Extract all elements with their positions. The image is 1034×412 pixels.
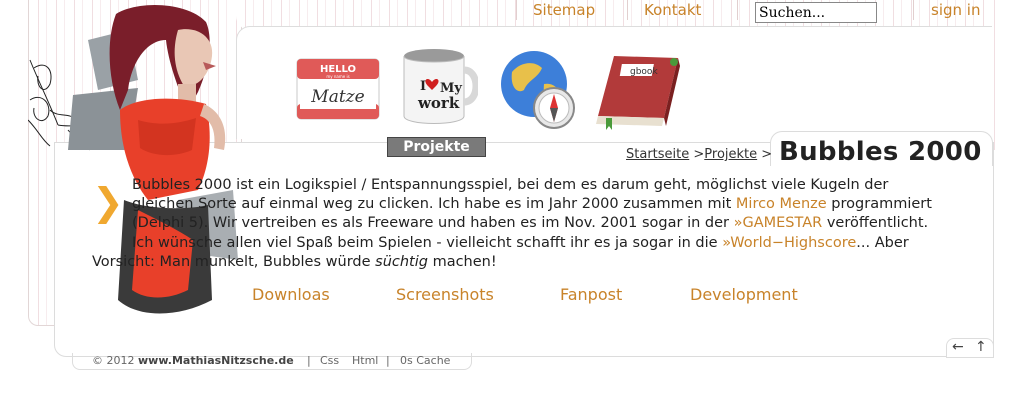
nav-kontakt-link[interactable]: Kontakt bbox=[644, 1, 701, 19]
description-text: Bubbles 2000 ist ein Logikspiel / Entspa… bbox=[132, 177, 889, 193]
description-line: Bubbles 2000 ist ein Logikspiel / Entspa… bbox=[92, 176, 992, 195]
description-text: (Delphi 5). Wir vertreiben es als Freewa… bbox=[132, 215, 734, 232]
page-title: Bubbles 2000 bbox=[779, 137, 982, 167]
description-text: veröffentlicht. bbox=[822, 215, 929, 232]
nav-separator bbox=[737, 0, 738, 20]
nav-separator bbox=[627, 0, 628, 20]
up-arrow-icon[interactable]: ↑ bbox=[975, 339, 987, 355]
projekte-nav-label[interactable]: Projekte bbox=[387, 137, 486, 157]
description-line: Vorsicht: Man munkelt, Bubbles würde süc… bbox=[92, 253, 992, 272]
breadcrumb-home-link[interactable]: Startseite bbox=[626, 147, 689, 162]
breadcrumb-projekte-link[interactable]: Projekte bbox=[704, 147, 757, 162]
i-love-my-work-mug-icon[interactable]: I My work bbox=[398, 46, 478, 130]
mug-text-i: I bbox=[420, 79, 426, 94]
description-line: gleichen Sorte auf einmal weg zu clicken… bbox=[92, 195, 992, 214]
description-emphasis: süchtig bbox=[375, 253, 428, 270]
fanpost-link[interactable]: Fanpost bbox=[560, 285, 622, 304]
gamestar-link[interactable]: »GAMESTAR bbox=[734, 215, 823, 231]
footer-separator: | bbox=[307, 354, 311, 367]
globe-compass-icon[interactable] bbox=[498, 48, 580, 132]
downloads-link[interactable]: Downloas bbox=[252, 285, 330, 304]
nav-signin-link[interactable]: sign in bbox=[931, 1, 980, 19]
breadcrumb-separator: > bbox=[689, 147, 705, 162]
search-input[interactable] bbox=[755, 2, 877, 23]
description-text: gleichen Sorte auf einmal weg zu clicken… bbox=[132, 196, 736, 213]
development-link[interactable]: Development bbox=[690, 285, 798, 304]
nav-sitemap-link[interactable]: Sitemap bbox=[533, 1, 595, 19]
description-line: Ich wünsche allen viel Spaß beim Spielen… bbox=[92, 234, 992, 253]
description-text: ... Aber bbox=[856, 234, 909, 251]
guestbook-icon[interactable]: gbook bbox=[594, 52, 684, 132]
world-highscore-link[interactable]: »World−Highscore bbox=[722, 235, 856, 251]
description-text: Vorsicht: Man munkelt, Bubbles würde bbox=[92, 253, 376, 270]
description-text: machen! bbox=[427, 253, 497, 270]
guestbook-label: gbook bbox=[630, 67, 658, 77]
footer-cache-info: 0s Cache bbox=[400, 354, 451, 367]
back-arrow-icon[interactable]: ← bbox=[952, 339, 964, 355]
description-line: (Delphi 5). Wir vertreiben es als Freewa… bbox=[92, 214, 992, 233]
footer-css-link[interactable]: Css bbox=[320, 354, 339, 367]
nav-separator bbox=[913, 0, 914, 20]
footer: © 2012 www.MathiasNitzsche.de | Css Html… bbox=[72, 353, 472, 370]
screenshots-link[interactable]: Screenshots bbox=[396, 285, 494, 304]
footer-html-link[interactable]: Html bbox=[352, 354, 378, 367]
hello-tag-name: Matze bbox=[310, 87, 364, 107]
hello-tag-sub: my name is bbox=[326, 74, 349, 79]
hello-name-tag-icon[interactable]: HELLO my name is Matze bbox=[296, 58, 380, 122]
breadcrumb: Startseite >Projekte > bbox=[626, 147, 772, 162]
footer-site-link[interactable]: www.MathiasNitzsche.de bbox=[138, 354, 294, 367]
footer-copyright: © 2012 www.MathiasNitzsche.de bbox=[92, 354, 294, 367]
footer-copy-text: © 2012 bbox=[92, 354, 138, 367]
page-arrows: ← ↑ bbox=[946, 338, 994, 358]
footer-separator: | bbox=[386, 354, 390, 367]
description-text: Ich wünsche allen viel Spaß beim Spielen… bbox=[132, 234, 723, 251]
project-description: Bubbles 2000 ist ein Logikspiel / Entspa… bbox=[92, 176, 992, 272]
breadcrumb-separator: > bbox=[757, 147, 773, 162]
mug-text-work: work bbox=[417, 94, 460, 112]
description-text: programmiert bbox=[826, 196, 932, 213]
portrait-illustration bbox=[28, 4, 238, 314]
nav-separator bbox=[516, 0, 517, 20]
mirco-menze-link[interactable]: Mirco Menze bbox=[736, 196, 827, 212]
